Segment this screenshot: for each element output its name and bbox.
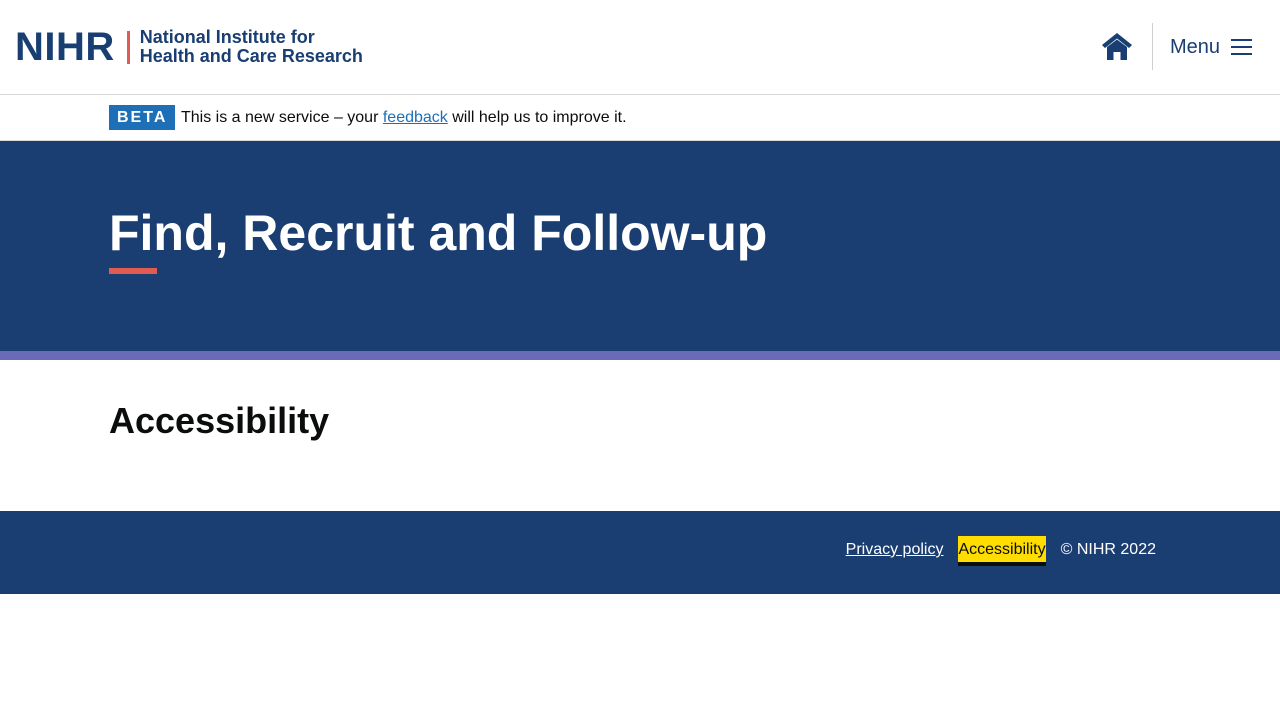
page-title: Accessibility	[109, 400, 330, 441]
phase-banner: BETA This is a new service – your feedba…	[0, 95, 1280, 141]
header-separator	[1152, 23, 1153, 70]
hamburger-icon	[1231, 39, 1253, 55]
home-button[interactable]	[1100, 30, 1134, 64]
beta-message: This is a new service – your feedback wi…	[181, 108, 627, 128]
copyright-text: © NIHR 2022	[1060, 541, 1156, 558]
service-title: Find, Recruit and Follow-up	[109, 205, 768, 261]
beta-tag: BETA	[109, 105, 176, 130]
hero-stripe	[0, 351, 1280, 360]
hero-banner: Find, Recruit and Follow-up	[0, 141, 1280, 351]
privacy-policy-link[interactable]: Privacy policy	[846, 538, 944, 562]
logo-text: National Institute for Health and Care R…	[140, 28, 363, 66]
logo-line-1: National Institute for	[139, 27, 315, 47]
site-header: NIHR National Institute for Health and C…	[0, 0, 1280, 95]
beta-text-before: This is a new service – your	[181, 109, 383, 126]
logo-divider	[126, 30, 130, 64]
beta-text-after: will help us to improve it.	[447, 109, 627, 126]
title-underline	[109, 268, 157, 274]
site-footer: Privacy policy Accessibility © NIHR 2022	[0, 511, 1280, 594]
menu-label: Menu	[1170, 35, 1221, 58]
logo-line-2: Health and Care Research	[139, 46, 363, 66]
accessibility-link[interactable]: Accessibility	[958, 538, 1046, 562]
feedback-link[interactable]: feedback	[383, 109, 448, 126]
nihr-logo-link[interactable]: NIHR National Institute for Health and C…	[15, 27, 363, 67]
menu-button[interactable]: Menu	[1170, 32, 1253, 62]
logo-mark: NIHR	[15, 25, 115, 69]
footer-links: Privacy policy Accessibility © NIHR 2022	[846, 538, 1156, 562]
home-icon	[1102, 33, 1132, 60]
